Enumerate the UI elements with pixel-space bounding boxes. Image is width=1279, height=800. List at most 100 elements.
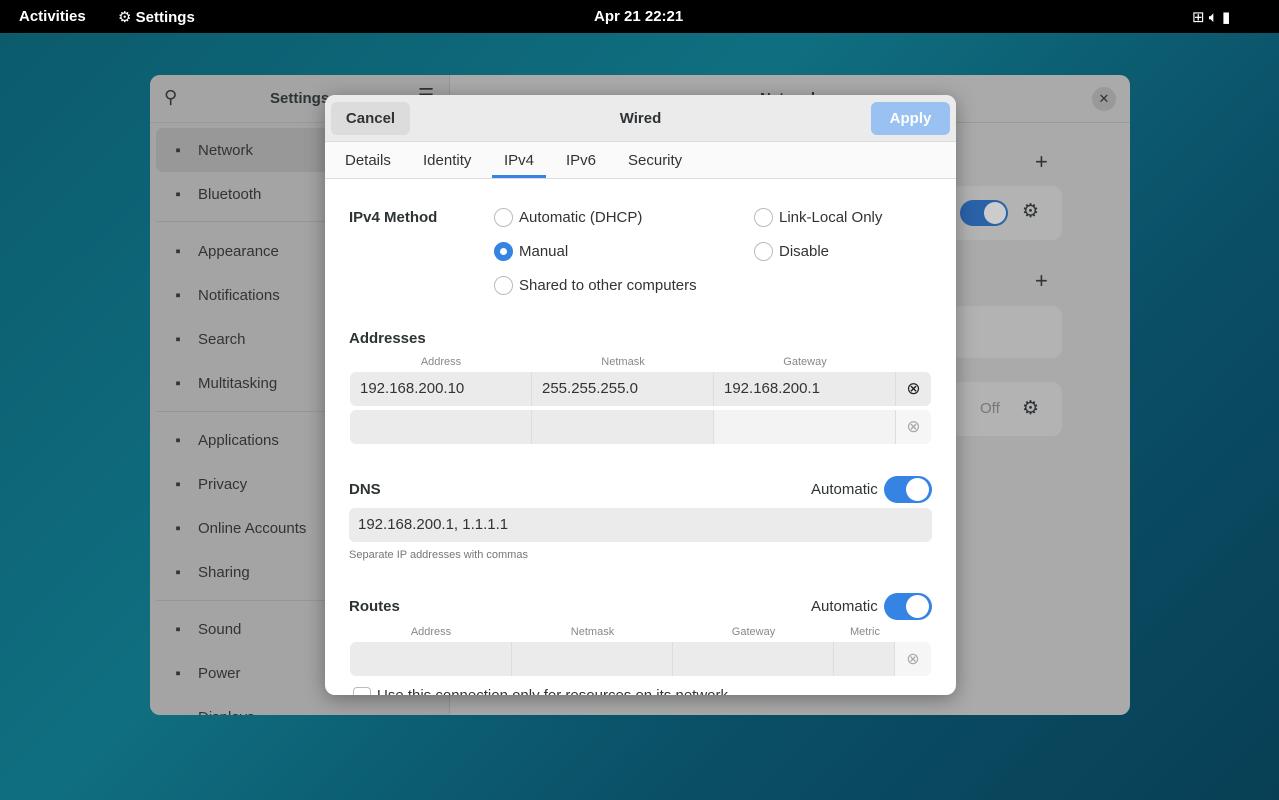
route-address-field[interactable] xyxy=(350,642,512,676)
gear-icon[interactable]: ⚙ xyxy=(1022,200,1039,223)
search-icon: ▪ xyxy=(175,330,181,348)
gear-icon[interactable]: ⚙ xyxy=(1022,397,1039,420)
remove-address-icon[interactable]: ⊗ xyxy=(896,372,931,406)
hand-icon: ▪ xyxy=(175,475,181,493)
share-icon: ▪ xyxy=(175,563,181,581)
sidebar-item-label: Appearance xyxy=(198,242,279,260)
netmask-field[interactable] xyxy=(532,410,714,444)
dns-auto-label: Automatic xyxy=(811,481,878,498)
sidebar-item-label: Privacy xyxy=(198,475,248,493)
col-gateway: Gateway xyxy=(783,356,827,368)
dns-auto-switch[interactable] xyxy=(884,476,932,503)
battery-icon: ▮ xyxy=(1221,9,1231,26)
apply-button[interactable]: Apply xyxy=(871,102,950,135)
network-icon: ⊞ xyxy=(1192,9,1205,26)
gateway-field[interactable] xyxy=(714,410,896,444)
grid-icon: ▪ xyxy=(175,431,181,449)
app-name: Settings xyxy=(135,9,195,26)
radio-label: Automatic (DHCP) xyxy=(519,209,643,226)
add-icon[interactable]: + xyxy=(1035,149,1048,175)
radio-icon xyxy=(494,208,513,227)
only-resources-label: Use this connection only for resources o… xyxy=(377,687,728,695)
wired-dialog: Cancel Wired Apply Details Identity IPv4 IP… xyxy=(325,95,956,695)
sidebar-item-label: Displays xyxy=(198,709,255,716)
close-button[interactable]: ✕ xyxy=(1092,87,1116,111)
volume-icon: 🔈︎ xyxy=(1208,9,1218,26)
radio-link-local-only[interactable]: Link-Local Only xyxy=(754,208,882,227)
bluetooth-icon: ▪ xyxy=(175,185,181,203)
sidebar-item-label: Applications xyxy=(198,431,279,449)
sidebar-item-label: Online Accounts xyxy=(198,519,307,537)
radio-icon xyxy=(754,208,773,227)
netmask-field[interactable]: 255.255.255.0 xyxy=(532,372,714,406)
address-row: 192.168.200.10 255.255.255.0 192.168.200.1… xyxy=(350,372,931,406)
radio-icon xyxy=(494,276,513,295)
activities-button[interactable]: Activities xyxy=(19,8,86,25)
tab-security[interactable]: Security xyxy=(628,152,682,169)
address-field[interactable]: 192.168.200.10 xyxy=(350,372,532,406)
routes-auto-label: Automatic xyxy=(811,598,878,615)
radio-label: Shared to other computers xyxy=(519,277,697,294)
radio-label: Disable xyxy=(779,243,830,260)
ipv4-method-label: IPv4 Method xyxy=(349,209,438,226)
power-icon: ▪ xyxy=(175,664,181,682)
sidebar-item-label: Multitasking xyxy=(198,374,278,392)
sidebar-item-label: Network xyxy=(198,141,254,159)
addresses-label: Addresses xyxy=(349,330,426,347)
at-icon: ▪ xyxy=(175,519,181,537)
radio-label: Manual xyxy=(519,243,569,260)
tab-bar: Details Identity IPv4 IPv6 Security xyxy=(325,142,956,179)
clock[interactable]: Apr 21 22:21 xyxy=(594,8,683,25)
dialog-title: Wired xyxy=(619,110,662,127)
radio-icon xyxy=(754,242,773,261)
remove-address-icon[interactable]: ⊗ xyxy=(896,410,931,444)
settings-title: Settings xyxy=(270,90,330,107)
wired-toggle[interactable] xyxy=(960,200,1008,226)
only-resources-checkbox[interactable]: Use this connection only for resources o… xyxy=(353,687,728,695)
gateway-field[interactable]: 192.168.200.1 xyxy=(714,372,896,406)
dns-input[interactable]: 192.168.200.1, 1.1.1.1 xyxy=(349,508,932,542)
radio-icon xyxy=(494,242,513,261)
appearance-icon: ▪ xyxy=(175,242,181,260)
add-vpn-icon[interactable]: + xyxy=(1035,268,1048,294)
sidebar-item-label: Sharing xyxy=(198,563,250,581)
remove-route-icon[interactable]: ⊗ xyxy=(895,642,931,676)
route-metric-field[interactable] xyxy=(834,642,895,676)
tab-details[interactable]: Details xyxy=(345,152,391,169)
radio-manual[interactable]: Manual xyxy=(494,242,568,261)
bell-icon: ▪ xyxy=(175,286,181,304)
proxy-status: Off xyxy=(980,400,1000,417)
tab-ipv4[interactable]: IPv4 xyxy=(492,152,547,178)
speaker-icon: ▪ xyxy=(175,620,181,638)
radio-label: Link-Local Only xyxy=(779,209,883,226)
sidebar-item-label: Notifications xyxy=(198,286,280,304)
proxy-card: Off ⚙ xyxy=(950,382,1062,436)
tab-identity[interactable]: Identity xyxy=(423,152,471,169)
network-icon: ▪ xyxy=(175,141,181,159)
route-col-address: Address xyxy=(410,626,452,638)
radio-shared-to-other-computers[interactable]: Shared to other computers xyxy=(494,276,697,295)
routes-label: Routes xyxy=(349,598,400,615)
tab-ipv6[interactable]: IPv6 xyxy=(566,152,596,169)
col-netmask: Netmask xyxy=(601,356,645,368)
top-bar: Activities ⚙ Settings Apr 21 22:21 ⊞ 🔈︎ … xyxy=(0,0,1279,33)
system-tray[interactable]: ⊞ 🔈︎ ▮ xyxy=(1192,8,1230,26)
radio-disable[interactable]: Disable xyxy=(754,242,829,261)
sidebar-item-label: Power xyxy=(198,664,241,682)
search-icon[interactable]: ⚲ xyxy=(164,87,177,108)
route-netmask-field[interactable] xyxy=(512,642,673,676)
vpn-card xyxy=(950,306,1062,358)
dns-hint: Separate IP addresses with commas xyxy=(349,549,528,561)
col-address: Address xyxy=(420,356,462,368)
route-gateway-field[interactable] xyxy=(673,642,834,676)
app-menu[interactable]: ⚙ Settings xyxy=(118,8,195,26)
sidebar-item-displays[interactable]: ▪ Displays xyxy=(156,695,446,716)
route-col-metric: Metric xyxy=(850,626,880,638)
multitasking-icon: ▪ xyxy=(175,374,181,392)
display-icon: ▪ xyxy=(170,709,186,716)
sidebar-item-label: Sound xyxy=(198,620,242,638)
sidebar-item-label: Bluetooth xyxy=(198,185,262,203)
address-field[interactable] xyxy=(350,410,532,444)
radio-automatic-dhcp[interactable]: Automatic (DHCP) xyxy=(494,208,642,227)
routes-auto-switch[interactable] xyxy=(884,593,932,620)
